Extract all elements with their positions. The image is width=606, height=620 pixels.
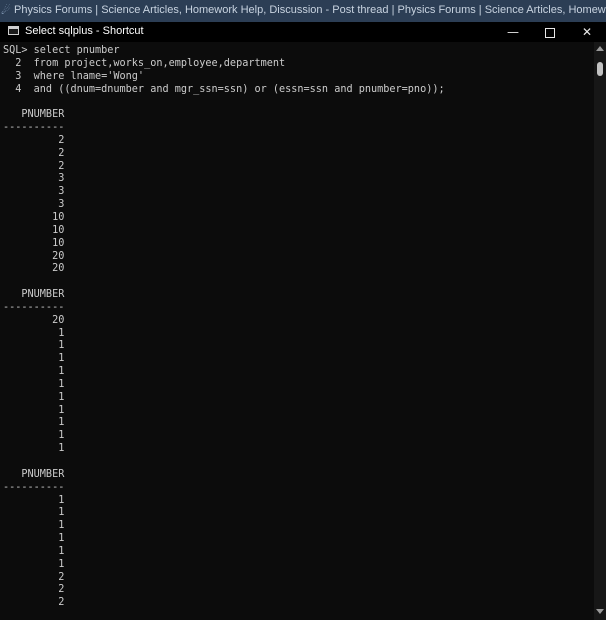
vertical-scrollbar[interactable] <box>594 42 606 620</box>
close-button[interactable]: ✕ <box>568 22 606 42</box>
close-icon: ✕ <box>581 25 593 39</box>
maximize-icon <box>545 27 555 38</box>
browser-tab-title[interactable]: Physics Forums | Science Articles, Homew… <box>14 4 606 16</box>
maximize-button[interactable] <box>531 22 569 42</box>
window-title: Select sqlplus - Shortcut <box>25 25 144 37</box>
minimize-icon: — <box>507 25 519 39</box>
console-title-bar[interactable]: Select sqlplus - Shortcut — ✕ <box>0 22 606 42</box>
console-app-icon[interactable] <box>8 26 19 35</box>
physics-forums-favicon-icon: ☄ <box>1 5 11 17</box>
scroll-up-arrow-icon[interactable] <box>596 46 604 51</box>
browser-tab-strip[interactable]: ☄ Physics Forums | Science Articles, Hom… <box>0 0 606 22</box>
scroll-down-arrow-icon[interactable] <box>596 609 604 614</box>
console-output-area[interactable]: SQL> select pnumber 2 from project,works… <box>0 42 594 620</box>
minimize-button[interactable]: — <box>494 22 532 42</box>
sql-output-text: SQL> select pnumber 2 from project,works… <box>3 45 445 609</box>
scrollbar-thumb[interactable] <box>597 62 603 76</box>
